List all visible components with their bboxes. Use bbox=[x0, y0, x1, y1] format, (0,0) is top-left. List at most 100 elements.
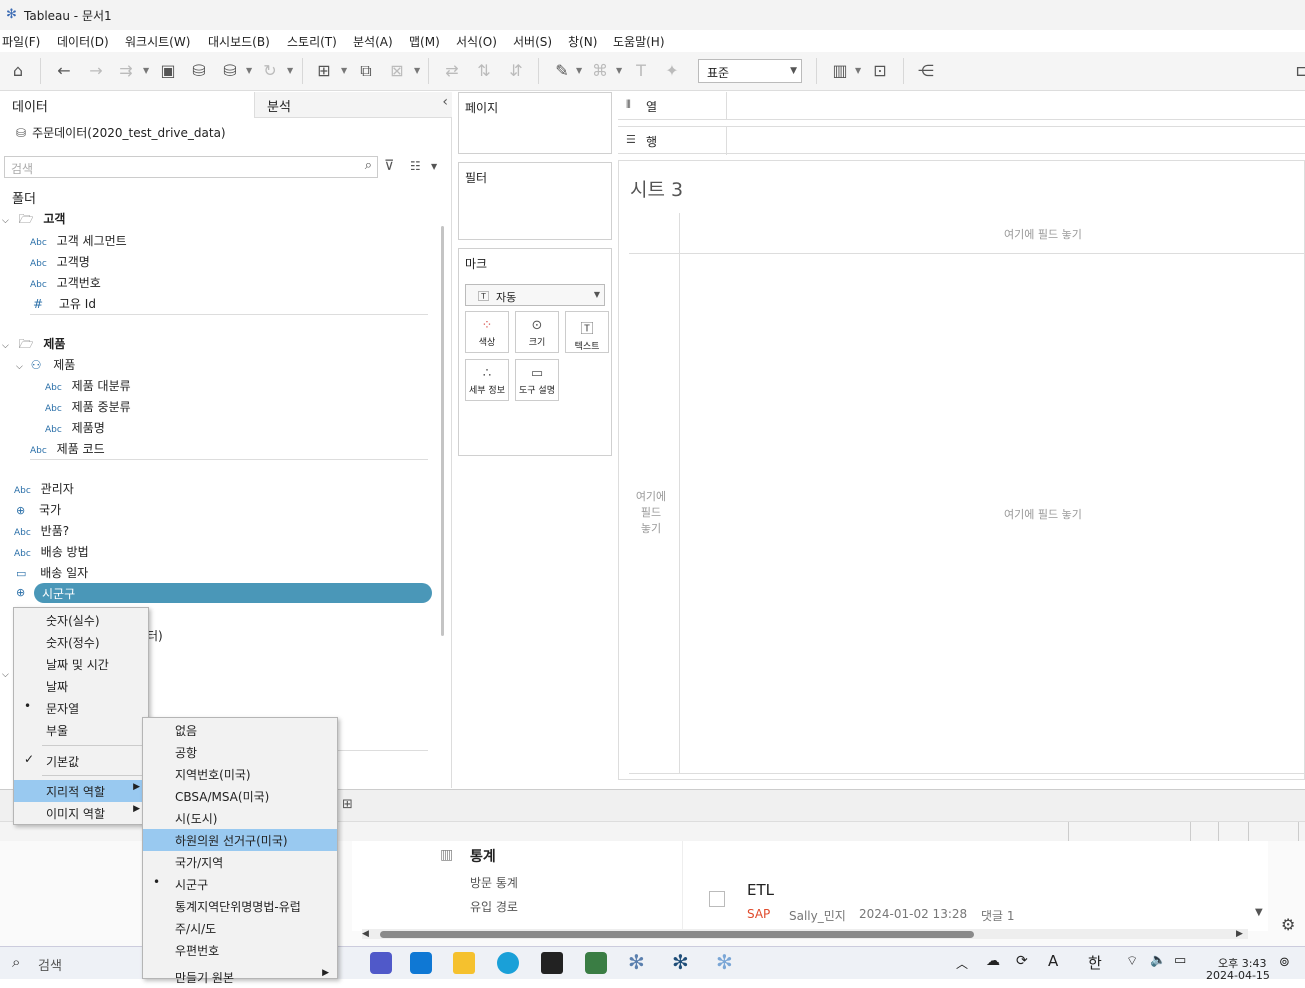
sync-icon[interactable]: ⟳ bbox=[1016, 953, 1028, 969]
tableau-taskbar-icon[interactable]: ✻ bbox=[628, 950, 645, 974]
slack-icon[interactable] bbox=[585, 952, 607, 974]
menu-worksheet[interactable]: 워크시트(W) bbox=[125, 33, 190, 50]
menu-story[interactable]: 스토리(T) bbox=[287, 33, 337, 50]
menu-window[interactable]: 창(N) bbox=[568, 33, 597, 50]
sheet-title[interactable]: 시트 3 bbox=[630, 175, 683, 202]
presentation-icon[interactable]: ⊡ bbox=[868, 60, 892, 82]
view-list-icon[interactable]: ☷ bbox=[410, 159, 421, 173]
onedrive-icon[interactable]: ☁ bbox=[986, 953, 1000, 969]
volume-icon[interactable]: 🔈 bbox=[1150, 953, 1166, 968]
horizontal-scrollbar[interactable]: ◀ ▶ bbox=[362, 929, 1248, 939]
menu-server[interactable]: 서버(S) bbox=[513, 33, 552, 50]
battery-icon[interactable]: ▭ bbox=[1174, 953, 1186, 968]
scroll-right-icon[interactable]: ▶ bbox=[1236, 929, 1243, 939]
collapse-icon[interactable]: ‹ bbox=[442, 94, 448, 110]
chevron-down-icon[interactable]: ⌵ bbox=[2, 670, 9, 680]
clock-date[interactable]: 2024-04-15 bbox=[1206, 969, 1270, 982]
post-title[interactable]: ETL bbox=[747, 881, 774, 899]
notification-icon[interactable]: ⊚ bbox=[1279, 955, 1290, 970]
geo-congressional-district[interactable]: 하원의원 선거구(미국) bbox=[143, 829, 337, 851]
scrollbar[interactable] bbox=[441, 226, 444, 636]
field-product-code[interactable]: Abc 제품 코드 bbox=[30, 440, 105, 457]
drop-zone-columns[interactable]: 여기에 필드 놓기 bbox=[1004, 226, 1082, 242]
duplicate-sheet-icon[interactable]: ⧉ bbox=[354, 60, 378, 82]
field-product-subcategory[interactable]: Abc 제품 중분류 bbox=[45, 398, 131, 415]
home-icon[interactable]: ⌂ bbox=[6, 60, 30, 82]
replay-icon[interactable]: ⇉ bbox=[114, 60, 138, 82]
marks-type-select[interactable]: 🅃 자동 ▼ bbox=[465, 284, 605, 306]
teams-icon[interactable] bbox=[370, 952, 392, 974]
geo-city[interactable]: 시(도시) bbox=[143, 807, 337, 829]
columns-shelf[interactable]: ⦀ 열 bbox=[618, 92, 1305, 120]
geo-none[interactable]: 없음 bbox=[143, 719, 337, 741]
menu-item-image-role[interactable]: 이미지 역할 ▶ bbox=[14, 802, 148, 824]
pin-icon[interactable]: ✦ bbox=[660, 60, 684, 82]
geo-county[interactable]: • 시군구 bbox=[143, 873, 337, 895]
field-manager[interactable]: Abc 관리자 bbox=[14, 480, 74, 497]
mail-icon[interactable] bbox=[410, 952, 432, 974]
pages-shelf[interactable]: 페이지 bbox=[458, 92, 612, 154]
size-button[interactable]: ⊙ 크기 bbox=[515, 311, 559, 353]
share-icon[interactable]: ⋲ bbox=[914, 60, 938, 82]
field-country[interactable]: ⊕ 국가 bbox=[16, 501, 61, 518]
scroll-down-icon[interactable]: ▼ bbox=[1255, 907, 1263, 918]
sort-asc-icon[interactable]: ⇅ bbox=[472, 60, 496, 82]
stats-link-visits[interactable]: 방문 통계 bbox=[470, 874, 518, 891]
text-button[interactable]: 🅃 텍스트 bbox=[565, 311, 609, 353]
menu-item-number-integer[interactable]: 숫자(정수) bbox=[14, 631, 148, 653]
redo-icon[interactable]: → bbox=[84, 60, 108, 82]
menu-item-datetime[interactable]: 날짜 및 시간 bbox=[14, 653, 148, 675]
hierarchy-product[interactable]: ⌵ ⚇ 제품 bbox=[16, 356, 75, 373]
field-ship-date[interactable]: ▭ 배송 일자 bbox=[16, 564, 88, 581]
filter-icon[interactable]: ⊽ bbox=[384, 158, 394, 174]
ime-mode-a[interactable]: A bbox=[1048, 952, 1058, 970]
drop-zone-rows[interactable]: 여기에 필드 놓기 bbox=[631, 489, 671, 537]
rows-shelf[interactable]: ☰ 행 bbox=[618, 126, 1305, 155]
new-datasource-icon[interactable]: ⛁ bbox=[187, 60, 211, 82]
show-me-icon[interactable]: ⊏ bbox=[1290, 60, 1305, 82]
search-icon[interactable]: ⌕ bbox=[12, 953, 20, 971]
menu-item-geo-role[interactable]: 지리적 역할 ▶ bbox=[14, 780, 148, 802]
new-dashboard-icon[interactable]: ⊞ bbox=[342, 797, 353, 812]
geo-area-code[interactable]: 지역번호(미국) bbox=[143, 763, 337, 785]
geo-state[interactable]: 주/시/도 bbox=[143, 917, 337, 939]
field-product-name[interactable]: Abc 제품명 bbox=[45, 419, 105, 436]
wifi-icon[interactable]: ⌔ bbox=[1126, 953, 1138, 969]
menu-data[interactable]: 데이터(D) bbox=[57, 33, 109, 50]
menu-item-boolean[interactable]: 부울 bbox=[14, 719, 148, 741]
highlight-icon[interactable]: ✎ bbox=[550, 60, 574, 82]
sort-desc-icon[interactable]: ⇵ bbox=[504, 60, 528, 82]
clear-sheet-icon[interactable]: ⊠ bbox=[385, 60, 409, 82]
field-customer-segment[interactable]: Abc 고객 세그먼트 bbox=[30, 232, 127, 249]
menu-item-default[interactable]: ✓ 기본값 bbox=[14, 750, 148, 772]
menu-format[interactable]: 서식(O) bbox=[456, 33, 497, 50]
menu-map[interactable]: 맵(M) bbox=[409, 33, 440, 50]
gear-icon[interactable]: ⚙ bbox=[1281, 915, 1295, 934]
new-worksheet-icon[interactable]: ⊞ bbox=[312, 60, 336, 82]
field-customer-name[interactable]: Abc 고객명 bbox=[30, 253, 90, 270]
field-returned[interactable]: Abc 반품? bbox=[14, 522, 69, 539]
tooltip-button[interactable]: ▭ 도구 설명 bbox=[515, 359, 559, 401]
pause-updates-icon[interactable]: ⛁ bbox=[218, 60, 242, 82]
menu-item-date[interactable]: 날짜 bbox=[14, 675, 148, 697]
tab-data[interactable]: 데이터 bbox=[0, 92, 254, 118]
field-product-category[interactable]: Abc 제품 대분류 bbox=[45, 377, 131, 394]
ime-mode-korean[interactable]: 한 bbox=[1088, 952, 1102, 973]
geo-airport[interactable]: 공항 bbox=[143, 741, 337, 763]
filters-shelf[interactable]: 필터 bbox=[458, 162, 612, 240]
menu-item-number-decimal[interactable]: 숫자(실수) bbox=[14, 609, 148, 631]
swap-icon[interactable]: ⇄ bbox=[440, 60, 464, 82]
detail-button[interactable]: ∴ 세부 정보 bbox=[465, 359, 509, 401]
drop-zone-center[interactable]: 여기에 필드 놓기 bbox=[1004, 506, 1082, 522]
field-unique-id[interactable]: # 고유 Id bbox=[33, 295, 96, 312]
selected-field-sigungu[interactable]: 시군구 bbox=[34, 583, 432, 603]
file-explorer-icon[interactable] bbox=[453, 952, 475, 974]
post-checkbox[interactable] bbox=[709, 891, 725, 907]
geo-zip[interactable]: 우편번호 bbox=[143, 939, 337, 961]
geo-create-from[interactable]: 만들기 원본 ▶ bbox=[143, 966, 337, 988]
taskbar-search[interactable]: 검색 bbox=[38, 955, 62, 974]
tableau-reader-icon[interactable]: ✻ bbox=[716, 950, 733, 974]
fit-select[interactable]: 표준 ▼ bbox=[698, 59, 802, 83]
color-button[interactable]: ⁘ 색상 bbox=[465, 311, 509, 353]
show-cards-icon[interactable]: ▥ bbox=[828, 60, 852, 82]
